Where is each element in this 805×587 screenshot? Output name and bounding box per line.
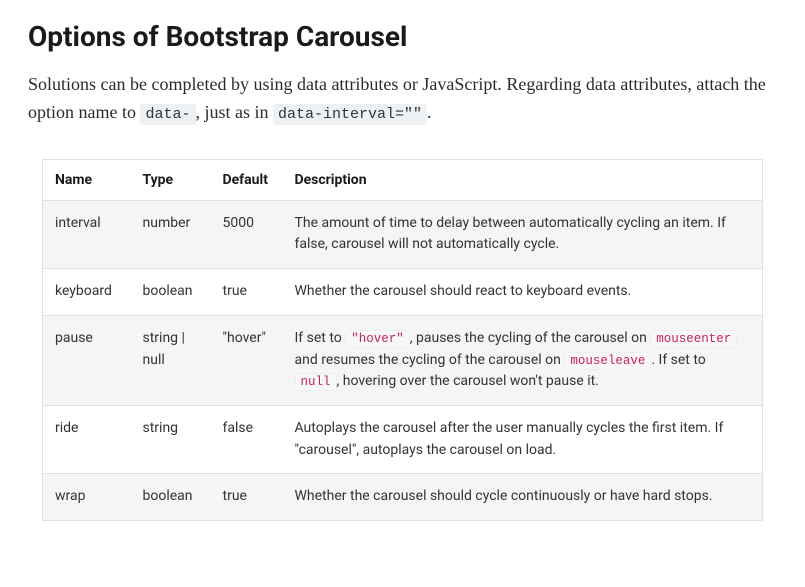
desc-text: , hovering over the carousel won't pause… [337,373,599,389]
intro-code-2: data-interval="" [273,104,427,125]
table-row: interval number 5000 The amount of time … [43,200,763,268]
cell-name: interval [43,200,131,268]
cell-default: true [211,269,283,316]
cell-name: ride [43,405,131,473]
cell-type: boolean [131,474,211,521]
cell-name: wrap [43,474,131,521]
desc-text: and resumes the cycling of the carousel … [295,352,565,368]
cell-name: keyboard [43,269,131,316]
cell-default: true [211,474,283,521]
desc-code: "hover" [345,330,410,348]
cell-default: 5000 [211,200,283,268]
col-type: Type [131,159,211,200]
col-default: Default [211,159,283,200]
table-header-row: Name Type Default Description [43,159,763,200]
table-row: pause string | null "hover" If set to "h… [43,315,763,405]
desc-text: If set to [295,330,346,346]
cell-desc: Whether the carousel should cycle contin… [283,474,763,521]
cell-default: false [211,405,283,473]
col-description: Description [283,159,763,200]
desc-code: mouseenter [650,330,737,348]
intro-text-2: , just as in [196,102,274,122]
col-name: Name [43,159,131,200]
desc-text: , pauses the cycling of the carousel on [410,330,651,346]
cell-desc: If set to "hover", pauses the cycling of… [283,315,763,405]
intro-text-3: . [427,102,432,122]
desc-text: . If set to [651,352,705,368]
cell-desc: Whether the carousel should react to key… [283,269,763,316]
table-row: ride string false Autoplays the carousel… [43,405,763,473]
table-row: wrap boolean true Whether the carousel s… [43,474,763,521]
desc-code: null [295,373,337,391]
cell-type: boolean [131,269,211,316]
cell-desc: Autoplays the carousel after the user ma… [283,405,763,473]
cell-type: number [131,200,211,268]
intro-code-1: data- [140,104,195,125]
options-table: Name Type Default Description interval n… [42,159,763,521]
cell-default: "hover" [211,315,283,405]
page-heading: Options of Bootstrap Carousel [28,20,777,53]
cell-type: string | null [131,315,211,405]
cell-desc: The amount of time to delay between auto… [283,200,763,268]
cell-name: pause [43,315,131,405]
desc-code: mouseleave [564,352,651,370]
cell-type: string [131,405,211,473]
intro-paragraph: Solutions can be completed by using data… [28,71,777,127]
table-row: keyboard boolean true Whether the carous… [43,269,763,316]
